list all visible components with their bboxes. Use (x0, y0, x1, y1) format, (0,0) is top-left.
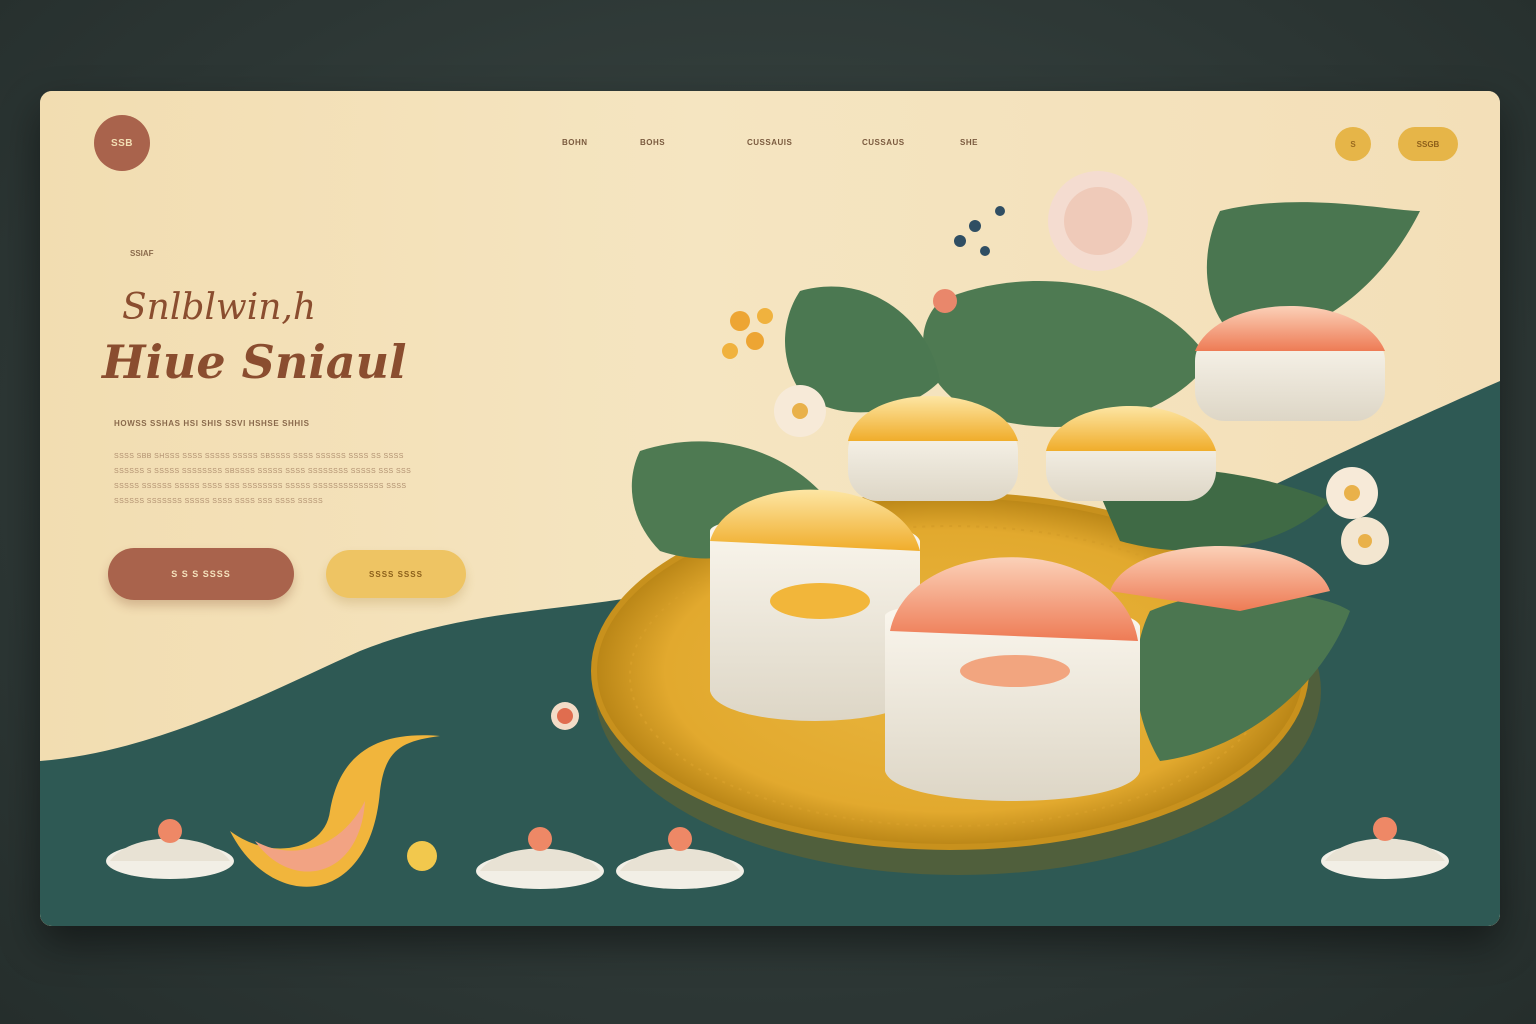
garnish-dot-center (557, 708, 573, 724)
small-bite-3 (616, 827, 744, 889)
lemon-slice (407, 841, 437, 871)
landing-page-window: SSB BOHN BOHS CUSSAUIS CUSSAUS SHE S SSG… (40, 91, 1500, 926)
small-bite-1 (106, 819, 234, 879)
small-bite-2 (476, 827, 604, 889)
salmon-swirl-garnish (230, 735, 440, 887)
sushi-front-center (885, 557, 1140, 801)
sushi-back-right (1046, 406, 1216, 501)
sushi-top-right (1195, 306, 1385, 421)
sushi-back-left (848, 396, 1018, 501)
small-bite-4 (1321, 817, 1449, 879)
sushi-illustration (106, 171, 1449, 889)
